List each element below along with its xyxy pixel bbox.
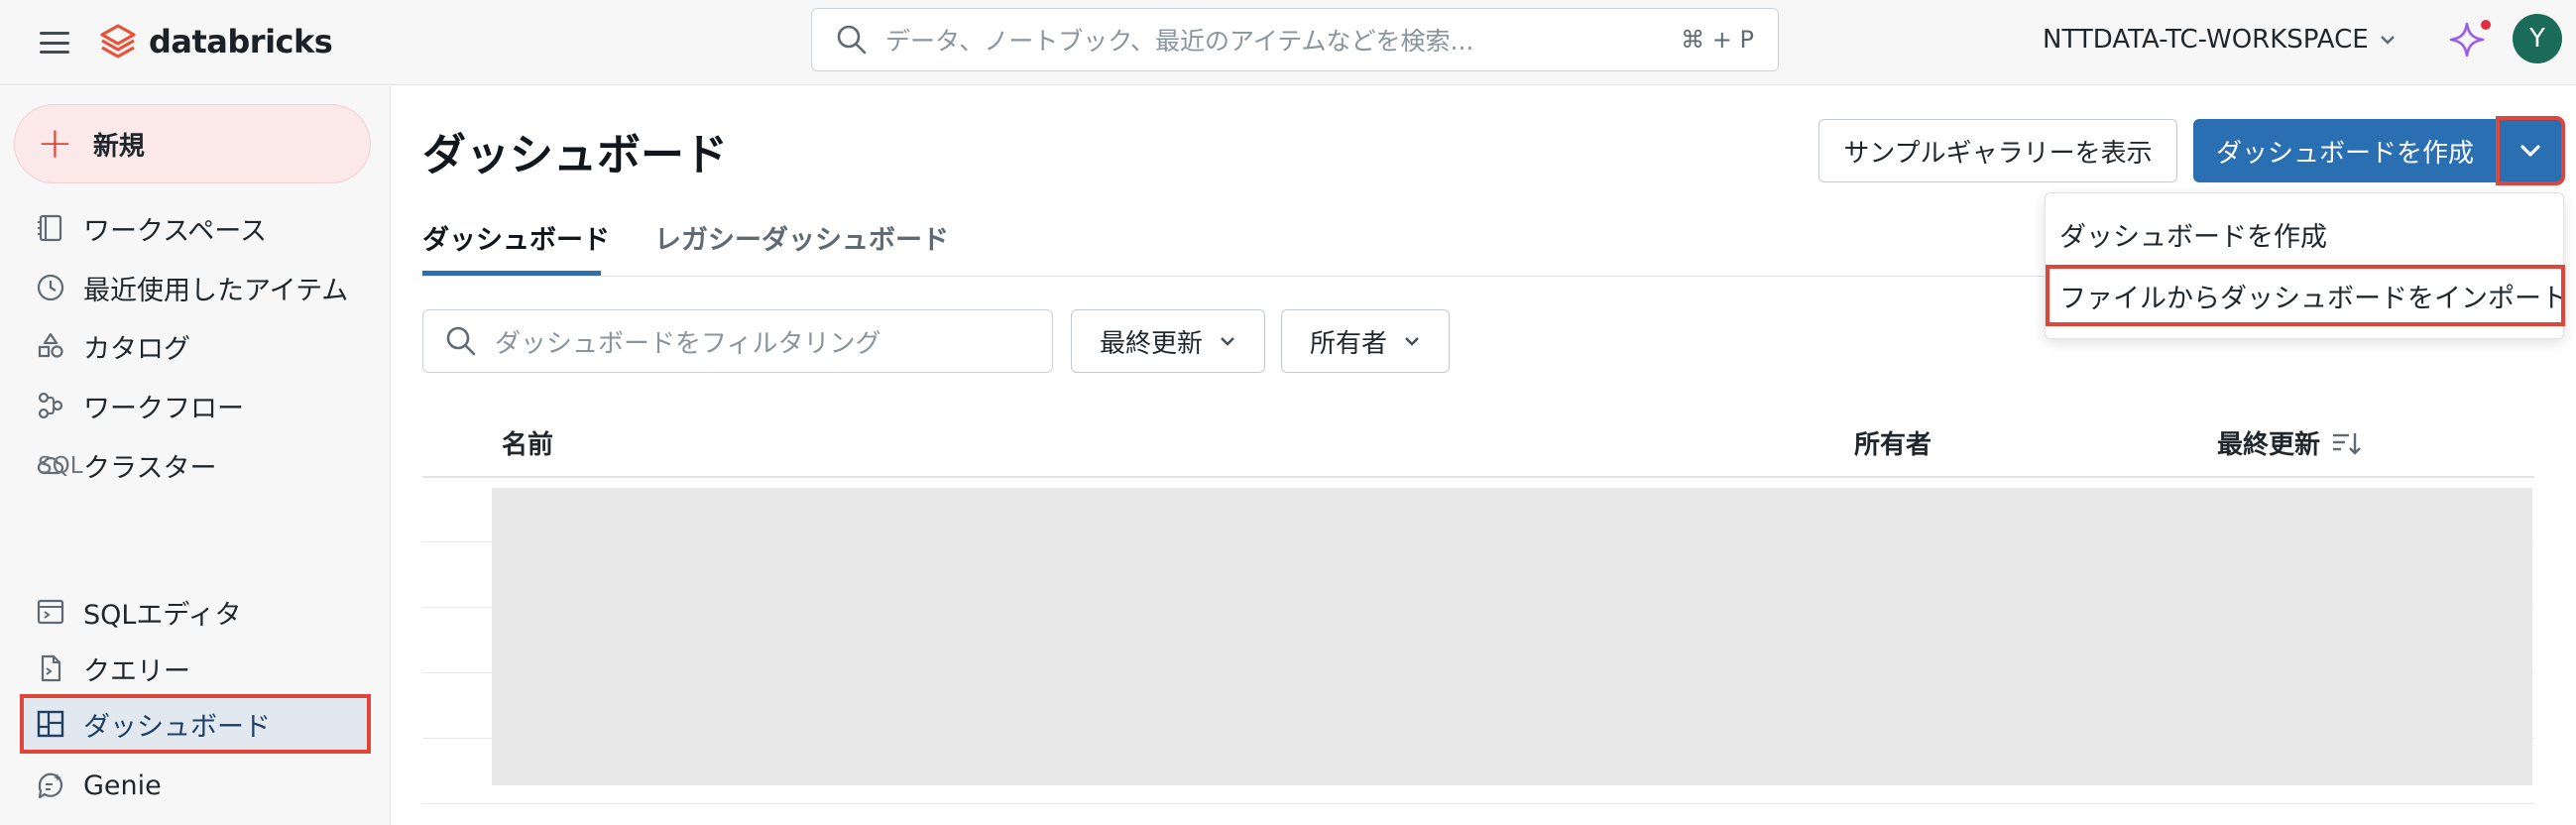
dashboard-icon bbox=[37, 710, 64, 738]
catalog-icon bbox=[38, 332, 63, 358]
menu-icon[interactable] bbox=[36, 24, 73, 61]
dropdown-label: 所有者 bbox=[1309, 328, 1387, 359]
sidebar-item-queries[interactable]: クエリー bbox=[22, 641, 369, 696]
sidebar-item-label: ワークスペース bbox=[83, 215, 267, 247]
chevron-down-icon bbox=[1221, 337, 1234, 346]
search-icon bbox=[446, 326, 476, 356]
chevron-down-icon bbox=[2380, 36, 2395, 45]
search-shortcut: ⌘ + P bbox=[1681, 26, 1754, 54]
sidebar-item-label: カタログ bbox=[83, 333, 190, 365]
sidebar-item-sql-editor[interactable]: SQLエディタ bbox=[22, 584, 369, 640]
sidebar-item-label: Genie bbox=[83, 769, 162, 801]
sort-last-modified-dropdown[interactable]: 最終更新 bbox=[1071, 309, 1265, 373]
table-row bbox=[422, 803, 2534, 804]
clock-icon bbox=[37, 274, 64, 301]
sidebar-item-workspace[interactable]: ワークスペース bbox=[22, 200, 369, 256]
sidebar-item-label: クラスター bbox=[83, 452, 217, 484]
chevron-down-icon bbox=[2520, 145, 2540, 157]
column-header-name[interactable]: 名前 bbox=[502, 424, 553, 461]
sidebar-item-catalog[interactable]: カタログ bbox=[22, 318, 369, 374]
query-file-icon bbox=[41, 654, 61, 682]
workspace-icon bbox=[38, 214, 62, 242]
filter-placeholder: ダッシュボードをフィルタリング bbox=[495, 328, 881, 359]
sample-gallery-button[interactable]: サンプルギャラリーを表示 bbox=[1818, 119, 2177, 182]
databricks-logo[interactable]: databricks bbox=[99, 18, 333, 65]
sql-editor-icon bbox=[37, 599, 64, 625]
new-button-label: 新規 bbox=[92, 131, 145, 162]
sidebar-item-label: ダッシュボード bbox=[83, 711, 271, 743]
search-placeholder: データ、ノートブック、最近のアイテムなどを検索... bbox=[885, 27, 1474, 56]
sidebar-item-recents[interactable]: 最近使用したアイテム bbox=[22, 260, 369, 315]
create-options-dropdown-button[interactable] bbox=[2496, 116, 2565, 185]
menu-item-create-dashboard[interactable]: ダッシュボードを作成 bbox=[2046, 203, 2565, 265]
create-dashboard-menu: ダッシュボードを作成 ファイルからダッシュボードをインポート bbox=[2045, 192, 2568, 339]
user-avatar[interactable]: Y bbox=[2513, 14, 2562, 63]
column-header-last-modified[interactable]: 最終更新 bbox=[2217, 424, 2362, 461]
sidebar-section-sql: SQL bbox=[38, 453, 83, 479]
table-header-divider bbox=[422, 476, 2534, 478]
sidebar-item-dashboards[interactable]: ダッシュボード bbox=[20, 694, 371, 754]
column-header-label: 最終更新 bbox=[2217, 430, 2321, 460]
owner-filter-dropdown[interactable]: 所有者 bbox=[1281, 309, 1450, 373]
top-bar: databricks データ、ノートブック、最近のアイテムなどを検索... ⌘ … bbox=[0, 0, 2576, 85]
dropdown-label: 最終更新 bbox=[1099, 328, 1203, 359]
workspace-name: NTTDATA-TC-WORKSPACE bbox=[2043, 25, 2369, 55]
sidebar-item-workflows[interactable]: ワークフロー bbox=[22, 378, 369, 433]
create-dashboard-button[interactable]: ダッシュボードを作成 bbox=[2193, 119, 2497, 182]
menu-item-import-dashboard-from-file[interactable]: ファイルからダッシュボードをインポート bbox=[2046, 265, 2568, 326]
sidebar-item-label: SQLエディタ bbox=[83, 599, 242, 631]
search-icon bbox=[837, 25, 867, 55]
new-button[interactable]: + 新規 bbox=[14, 104, 371, 183]
chevron-down-icon bbox=[1405, 337, 1419, 346]
column-header-owner[interactable]: 所有者 bbox=[1854, 424, 1932, 461]
genie-icon bbox=[38, 772, 63, 799]
global-search-input[interactable]: データ、ノートブック、最近のアイテムなどを検索... ⌘ + P bbox=[811, 8, 1779, 71]
loading-placeholder bbox=[492, 488, 2532, 785]
page-title: ダッシュボード bbox=[422, 130, 728, 180]
workflow-icon bbox=[38, 392, 63, 419]
sidebar-item-label: ワークフロー bbox=[83, 393, 244, 424]
tab-legacy-dashboards[interactable]: レガシーダッシュボード bbox=[654, 218, 949, 276]
logo-text: databricks bbox=[149, 23, 333, 60]
plus-icon: + bbox=[37, 118, 73, 169]
databricks-logo-icon bbox=[100, 24, 136, 59]
sidebar-item-label: 最近使用したアイテム bbox=[83, 275, 349, 306]
tab-dashboards[interactable]: ダッシュボード bbox=[422, 218, 610, 276]
notification-dot bbox=[2481, 20, 2491, 30]
workspace-switcher[interactable]: NTTDATA-TC-WORKSPACE bbox=[2043, 20, 2397, 59]
sort-descending-icon bbox=[2333, 432, 2361, 455]
sidebar-item-genie[interactable]: Genie bbox=[22, 758, 369, 813]
sidebar-item-label: クエリー bbox=[83, 655, 190, 687]
dashboard-filter-input[interactable]: ダッシュボードをフィルタリング bbox=[422, 309, 1053, 373]
